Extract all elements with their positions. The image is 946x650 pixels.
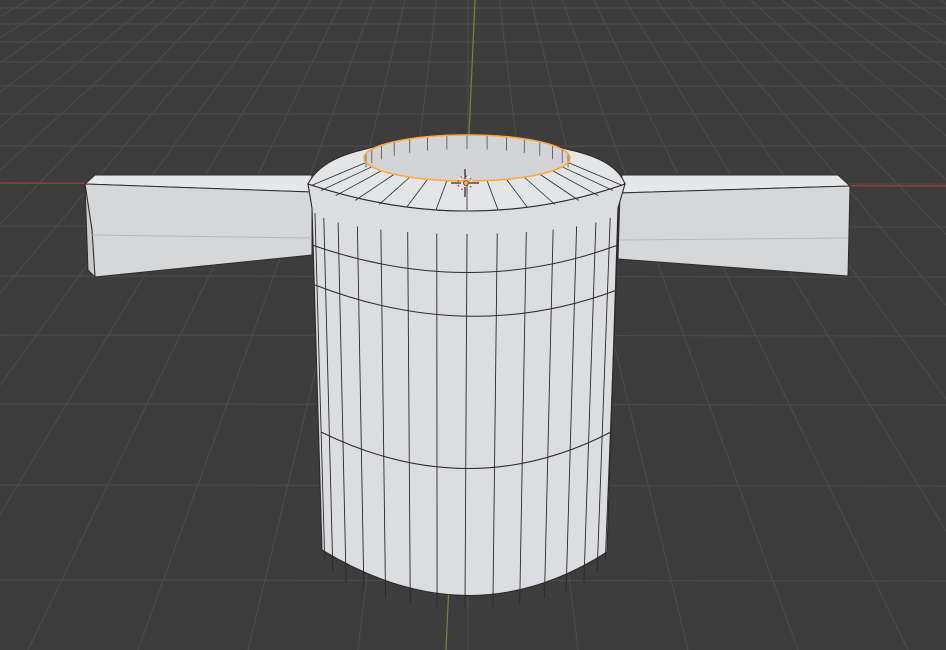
object-origin	[463, 180, 469, 186]
cylinder-mesh[interactable]	[307, 134, 626, 609]
viewport-canvas[interactable]	[0, 0, 946, 650]
3d-viewport[interactable]	[0, 0, 946, 650]
